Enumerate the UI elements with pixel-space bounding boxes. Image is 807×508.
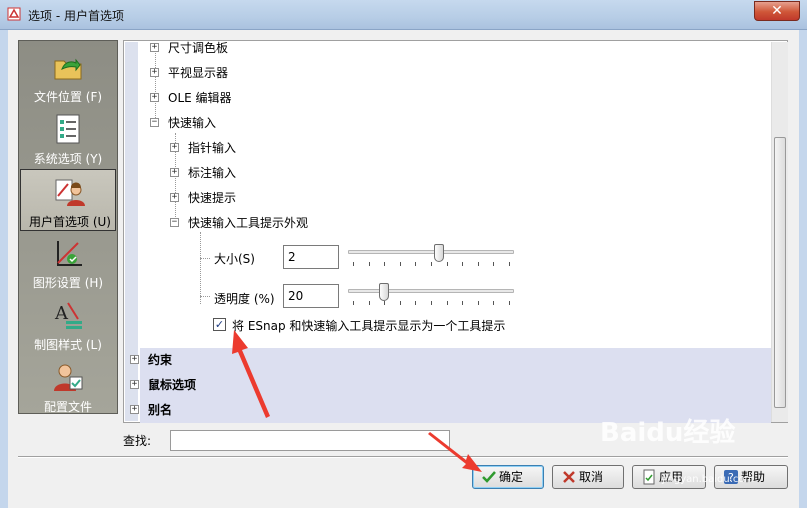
baidu-watermark-url: jingyan.baidu.com (662, 474, 755, 485)
slider-tick (384, 262, 386, 266)
tree-item-label: 约束 (148, 353, 173, 367)
user-preferences-icon (55, 179, 85, 206)
cancel-label: 取消 (579, 470, 604, 484)
slider-tick (477, 262, 479, 266)
slider-tick (353, 301, 354, 305)
slider-tick (431, 262, 432, 266)
find-input[interactable] (170, 430, 450, 451)
size-input[interactable]: 2 (283, 245, 339, 269)
expand-toggle[interactable]: + (130, 380, 139, 389)
transparency-label: 透明度 (%) (214, 292, 275, 306)
expand-toggle[interactable]: + (150, 68, 159, 77)
tree-item-label: 鼠标选项 (148, 378, 197, 392)
tree-guide (200, 296, 210, 297)
slider-tick (493, 262, 495, 266)
slider-tick (462, 262, 464, 266)
expand-toggle[interactable]: + (170, 143, 179, 152)
nav-label: 用户首选项 (U) (29, 215, 111, 229)
nav-item-file-locations[interactable]: 文件位置 (F) (19, 45, 117, 107)
size-label: 大小(S) (214, 252, 255, 266)
slider-tick (446, 262, 448, 266)
options-nav: 文件位置 (F) 系统选项 (Y) 用户首选项 (U) 图形设置 (H) A 制… (18, 40, 118, 414)
slider-tick (415, 301, 417, 305)
panel-margin (125, 42, 138, 421)
nav-label: 文件位置 (F) (33, 90, 103, 104)
cancel-button[interactable]: 取消 (552, 465, 624, 489)
slider-tick (493, 301, 495, 305)
slider-tick (384, 301, 386, 305)
size-slider-thumb[interactable] (433, 244, 444, 262)
slider-tick (462, 301, 464, 305)
divider (18, 456, 788, 458)
tree-item-label: 标注输入 (188, 166, 237, 180)
expand-toggle[interactable]: + (130, 355, 139, 364)
transparency-slider-track[interactable] (348, 289, 514, 293)
vertical-scrollbar[interactable] (771, 42, 788, 422)
tree-guide (200, 258, 210, 259)
window-title: 选项 - 用户首选项 (28, 9, 124, 23)
slider-tick (509, 262, 510, 266)
folder-arrow-icon (54, 58, 82, 80)
nav-item-drafting-style[interactable]: A 制图样式 (L) (19, 293, 117, 355)
graphics-settings-icon (57, 241, 82, 266)
find-label: 查找: (123, 434, 152, 448)
slider-tick (353, 262, 354, 266)
tree-guide (200, 232, 201, 304)
collapse-toggle[interactable]: − (170, 218, 179, 227)
ok-label: 确定 (499, 470, 524, 484)
esnap-tooltip-checkbox[interactable]: ✓ (213, 318, 226, 331)
drafting-style-icon: A (54, 302, 82, 329)
slider-tick (446, 301, 448, 305)
window-frame-left (0, 30, 8, 508)
slider-tick (509, 301, 510, 305)
nav-label: 图形设置 (H) (32, 276, 104, 290)
tree-item-label: 指针输入 (188, 141, 237, 155)
expand-toggle[interactable]: + (150, 93, 159, 102)
transparency-input[interactable]: 20 (283, 284, 339, 308)
expand-toggle[interactable]: + (130, 405, 139, 414)
svg-text:A: A (54, 303, 69, 324)
window-frame-right (799, 30, 807, 508)
slider-tick (415, 262, 417, 266)
slider-tick (368, 262, 370, 266)
tree-item-label: OLE 编辑器 (168, 91, 232, 105)
tree-item-label: 别名 (148, 403, 173, 417)
slider-tick (477, 301, 479, 305)
nav-item-system-options[interactable]: 系统选项 (Y) (19, 107, 117, 169)
baidu-watermark: Baidu经验 (600, 418, 736, 448)
tree-item-label: 平视显示器 (168, 66, 229, 80)
collapse-toggle[interactable]: − (150, 118, 159, 127)
expand-toggle[interactable]: + (150, 43, 159, 52)
nav-item-user-preferences[interactable]: 用户首选项 (U) (20, 169, 116, 231)
tree-item-label: 快速输入工具提示外观 (188, 216, 309, 230)
tree-guide (155, 48, 156, 126)
tree-item-label: 快速提示 (188, 191, 237, 205)
nav-label: 制图样式 (L) (34, 338, 102, 352)
document-apply-icon (643, 469, 655, 485)
size-slider-track[interactable] (348, 250, 514, 254)
tree-item-label: 尺寸调色板 (168, 41, 229, 55)
slider-tick (399, 262, 401, 266)
app-icon (7, 7, 21, 21)
checklist-icon (56, 114, 80, 144)
cross-icon (563, 471, 575, 483)
annotation-arrow-ok (428, 432, 482, 472)
nav-item-graphics-settings[interactable]: 图形设置 (H) (19, 231, 117, 293)
expand-toggle[interactable]: + (170, 168, 179, 177)
expand-toggle[interactable]: + (170, 193, 179, 202)
nav-label: 系统选项 (Y) (33, 152, 103, 166)
profile-icon (54, 364, 83, 391)
scrollbar-thumb[interactable] (774, 137, 786, 408)
slider-tick (431, 301, 432, 305)
close-button[interactable]: ✕ (754, 1, 800, 21)
nav-item-profile[interactable]: 配置文件 (19, 355, 117, 417)
title-bar: 选项 - 用户首选项 ✕ (0, 0, 807, 30)
nav-label: 配置文件 (43, 400, 92, 414)
slider-tick (399, 301, 401, 305)
annotation-arrow-checkbox (232, 330, 270, 418)
tree-item-label: 快速输入 (168, 116, 217, 130)
transparency-slider-thumb[interactable] (379, 283, 390, 301)
slider-tick (368, 301, 370, 305)
